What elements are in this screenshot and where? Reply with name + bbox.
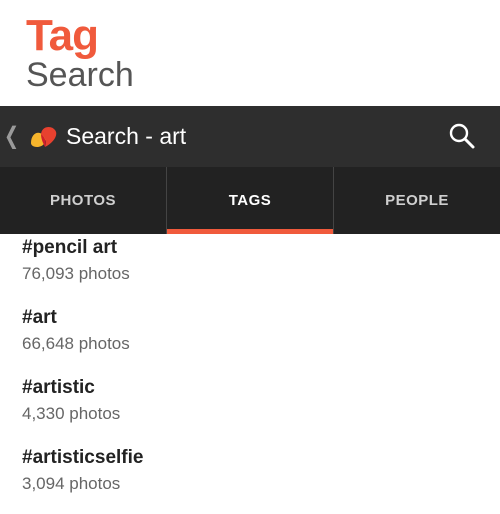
tag-name: #artistic <box>22 377 95 398</box>
photo-count: 4,330 photos <box>22 404 121 423</box>
photo-count: 76,093 photos <box>22 264 130 283</box>
tab-label: PEOPLE <box>385 192 449 209</box>
promo-heading: Tag Search <box>26 11 134 94</box>
tab-photos[interactable]: PHOTOS <box>0 167 166 234</box>
tab-people[interactable]: PEOPLE <box>333 167 500 234</box>
search-title: Search - art <box>66 123 187 149</box>
tag-name: #art <box>22 307 57 328</box>
tag-name: #artisticselfie <box>22 447 144 468</box>
tag-name: #pencil art <box>22 237 118 258</box>
app-logo-icon[interactable] <box>28 121 60 153</box>
promo-subtitle: Search <box>26 56 134 94</box>
action-bar: ❮ Search - art <box>0 106 500 167</box>
promo-title: Tag <box>26 11 99 60</box>
list-item[interactable]: #art 66,648 photos <box>22 304 482 374</box>
list-item[interactable]: #pencil art 76,093 photos <box>22 234 482 304</box>
tag-results-list: #pencil art 76,093 photos #art 66,648 ph… <box>22 234 482 514</box>
photo-count: 66,648 photos <box>22 334 130 353</box>
tab-label: PHOTOS <box>49 192 117 209</box>
photo-count: 3,094 photos <box>22 474 121 493</box>
list-item[interactable]: #artisticselfie 3,094 photos <box>22 444 482 514</box>
tab-bar: PHOTOS TAGS PEOPLE <box>0 167 500 234</box>
tab-tags[interactable]: TAGS <box>166 167 333 234</box>
list-item[interactable]: #artistic 4,330 photos <box>22 374 482 444</box>
chevron-left-icon[interactable]: ❮ <box>4 123 19 150</box>
search-icon[interactable] <box>446 120 478 152</box>
tab-label: TAGS <box>228 192 272 209</box>
